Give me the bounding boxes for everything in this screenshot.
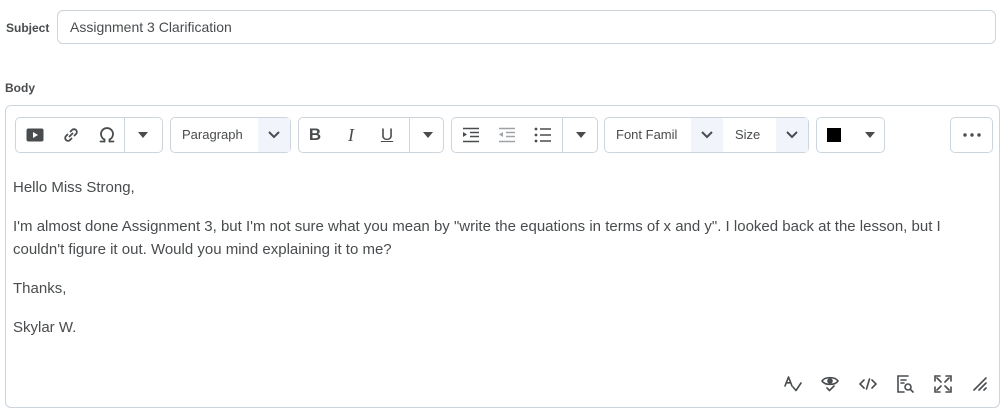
font-family-arrow[interactable] bbox=[691, 118, 723, 152]
format-more-dropdown[interactable] bbox=[413, 118, 443, 152]
indent-button[interactable] bbox=[454, 118, 488, 152]
insert-toolbar-group bbox=[15, 117, 163, 153]
body-paragraph: I'm almost done Assignment 3, but I'm no… bbox=[13, 218, 941, 258]
font-family-value: Font Famil bbox=[616, 127, 678, 142]
font-size-value: Size bbox=[735, 127, 761, 142]
link-icon bbox=[64, 128, 78, 142]
outdent-icon bbox=[499, 127, 515, 143]
spellcheck-icon bbox=[784, 376, 802, 392]
body-editor[interactable]: Paragraph B I U Font Famil Size Hello Mi… bbox=[5, 105, 1000, 408]
greeting-text: Hello Miss Strong, bbox=[13, 179, 135, 196]
insert-media-button[interactable] bbox=[18, 118, 52, 152]
body-label: Body bbox=[5, 81, 35, 95]
spellcheck-button[interactable] bbox=[782, 373, 804, 395]
subject-input[interactable] bbox=[57, 10, 996, 44]
subject-label: Subject bbox=[6, 21, 50, 35]
ellipsis-icon bbox=[962, 133, 981, 137]
text-color-picker[interactable] bbox=[816, 117, 885, 153]
caret-down-icon bbox=[865, 132, 875, 138]
block-format-value: Paragraph bbox=[182, 127, 243, 142]
resize-icon bbox=[973, 377, 987, 391]
resize-handle[interactable] bbox=[969, 373, 991, 395]
chevron-down-icon bbox=[786, 131, 798, 139]
chevron-down-icon bbox=[268, 131, 280, 139]
code-icon bbox=[859, 378, 877, 390]
format-toolbar-group: B I U bbox=[298, 117, 444, 153]
editor-content[interactable]: Hello Miss Strong, I'm almost done Assig… bbox=[13, 176, 988, 355]
caret-down-icon bbox=[138, 132, 148, 138]
video-icon bbox=[26, 128, 44, 142]
closing-text: Thanks, bbox=[13, 280, 67, 297]
outdent-button[interactable] bbox=[490, 118, 524, 152]
paragraph-more-dropdown[interactable] bbox=[566, 118, 596, 152]
preview-button[interactable] bbox=[894, 373, 916, 395]
fullscreen-button[interactable] bbox=[932, 373, 954, 395]
caret-down-icon bbox=[576, 132, 586, 138]
omega-icon bbox=[99, 127, 115, 143]
text-color-dropdown[interactable] bbox=[855, 118, 885, 152]
special-character-button[interactable] bbox=[90, 118, 124, 152]
underline-button[interactable]: U bbox=[371, 118, 403, 152]
paragraph-toolbar-group bbox=[451, 117, 598, 153]
block-format-select[interactable]: Paragraph bbox=[170, 117, 291, 153]
font-toolbar-group: Font Famil Size bbox=[604, 117, 809, 153]
italic-button[interactable]: I bbox=[335, 118, 367, 152]
insert-link-button[interactable] bbox=[54, 118, 88, 152]
insert-more-dropdown[interactable] bbox=[128, 118, 158, 152]
text-color-swatch[interactable] bbox=[827, 128, 841, 142]
more-actions-inner[interactable] bbox=[951, 118, 992, 152]
font-size-arrow[interactable] bbox=[776, 118, 808, 152]
caret-down-icon bbox=[423, 132, 433, 138]
list-icon bbox=[534, 127, 551, 143]
preview-icon bbox=[897, 375, 914, 393]
chevron-down-icon bbox=[701, 131, 713, 139]
eye-check-icon bbox=[821, 376, 839, 392]
more-actions-button[interactable] bbox=[950, 117, 993, 153]
block-format-arrow[interactable] bbox=[258, 118, 290, 152]
indent-icon bbox=[463, 127, 479, 143]
expand-icon bbox=[934, 375, 952, 393]
source-code-button[interactable] bbox=[857, 373, 879, 395]
bullet-list-button[interactable] bbox=[526, 118, 560, 152]
bold-button[interactable]: B bbox=[299, 118, 331, 152]
signature-text: Skylar W. bbox=[13, 319, 77, 336]
accessibility-checker-button[interactable] bbox=[819, 373, 841, 395]
